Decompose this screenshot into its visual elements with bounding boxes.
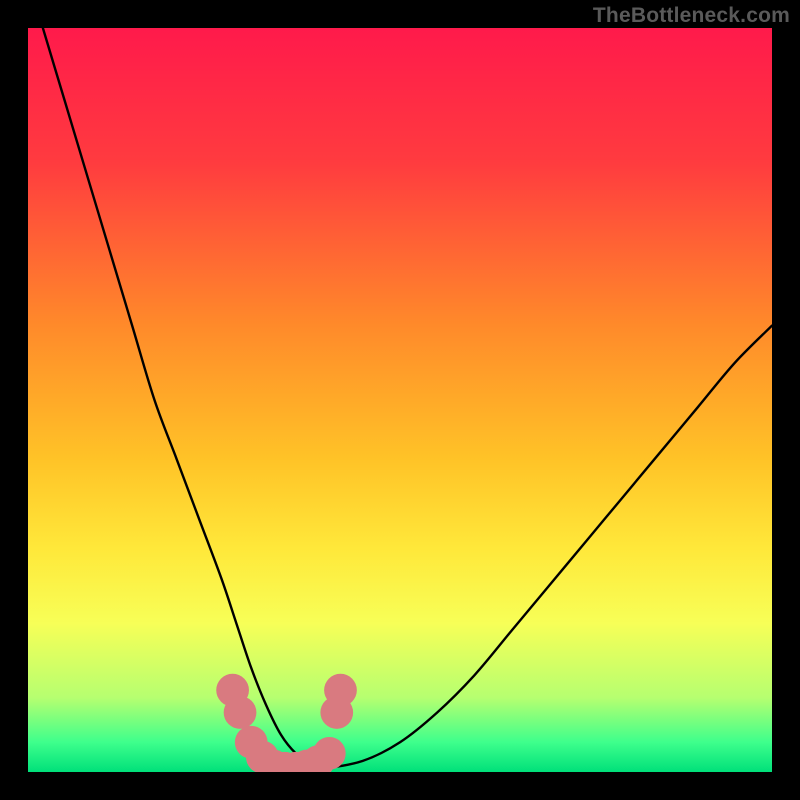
marker-point — [324, 674, 357, 707]
chart-svg — [28, 28, 772, 772]
chart-frame: TheBottleneck.com — [0, 0, 800, 800]
attribution-label: TheBottleneck.com — [593, 4, 790, 28]
marker-point — [313, 737, 346, 770]
gradient-background — [28, 28, 772, 772]
plot-area — [28, 28, 772, 772]
marker-point — [224, 696, 257, 729]
